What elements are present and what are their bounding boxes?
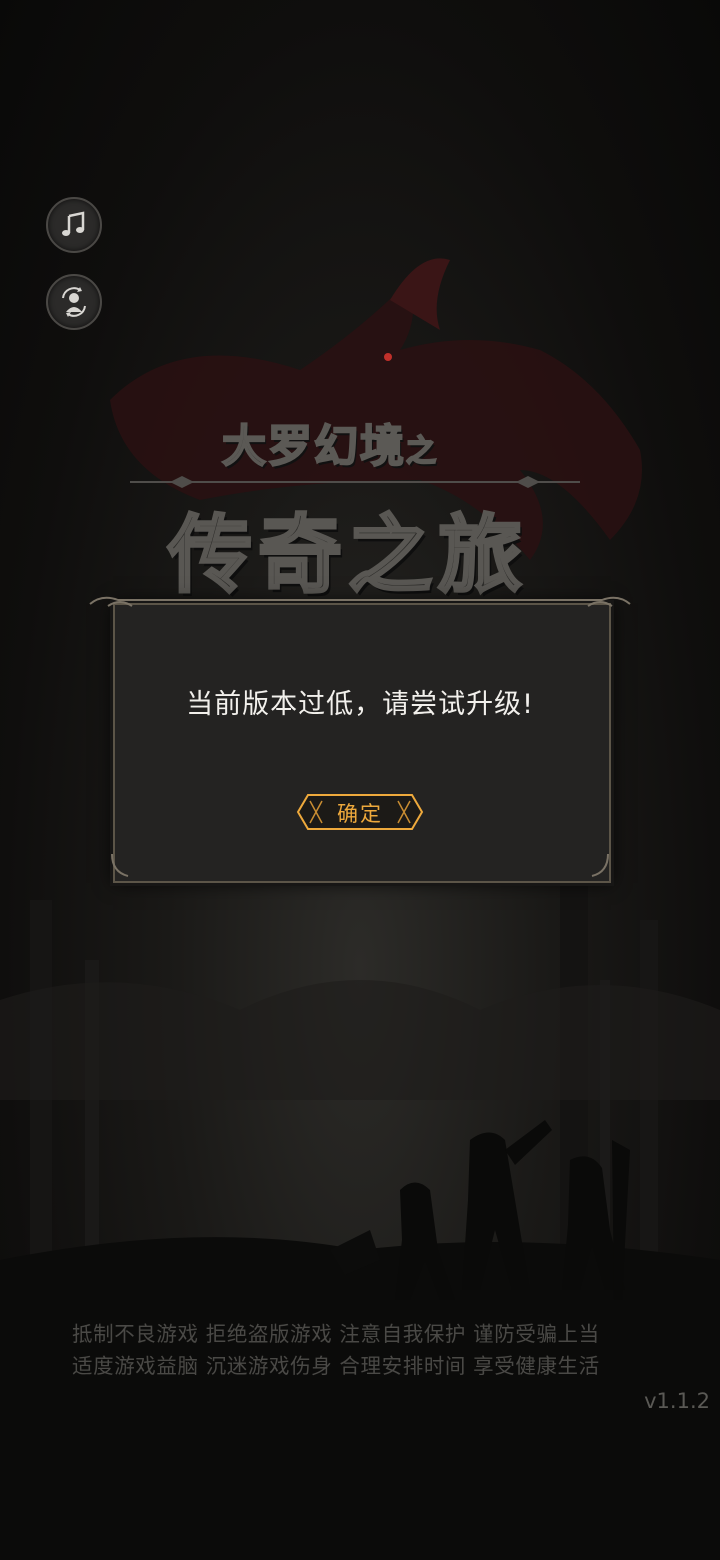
logo-subtitle: 大罗幻境之 — [221, 420, 438, 473]
upgrade-dialog — [113, 603, 611, 883]
confirm-button[interactable]: 确定 — [296, 793, 424, 831]
health-notice-line-1: 抵制不良游戏 拒绝盗版游戏 注意自我保护 谨防受骗上当 — [72, 1322, 600, 1346]
account-switch-icon — [62, 287, 86, 317]
dialog-bottom-ornament — [111, 853, 609, 877]
music-toggle-button[interactable] — [46, 197, 102, 253]
dialog-top-ornament — [89, 596, 631, 607]
music-note-icon — [62, 211, 85, 236]
health-notice-line-2: 适度游戏益脑 沉迷游戏伤身 合理安排时间 享受健康生活 — [72, 1354, 600, 1378]
confirm-label: 确定 — [337, 802, 383, 826]
dialog-message: 当前版本过低，请尝试升级! — [186, 689, 534, 720]
version-label: v1.1.2 — [644, 1389, 710, 1413]
account-switch-button[interactable] — [46, 274, 102, 330]
